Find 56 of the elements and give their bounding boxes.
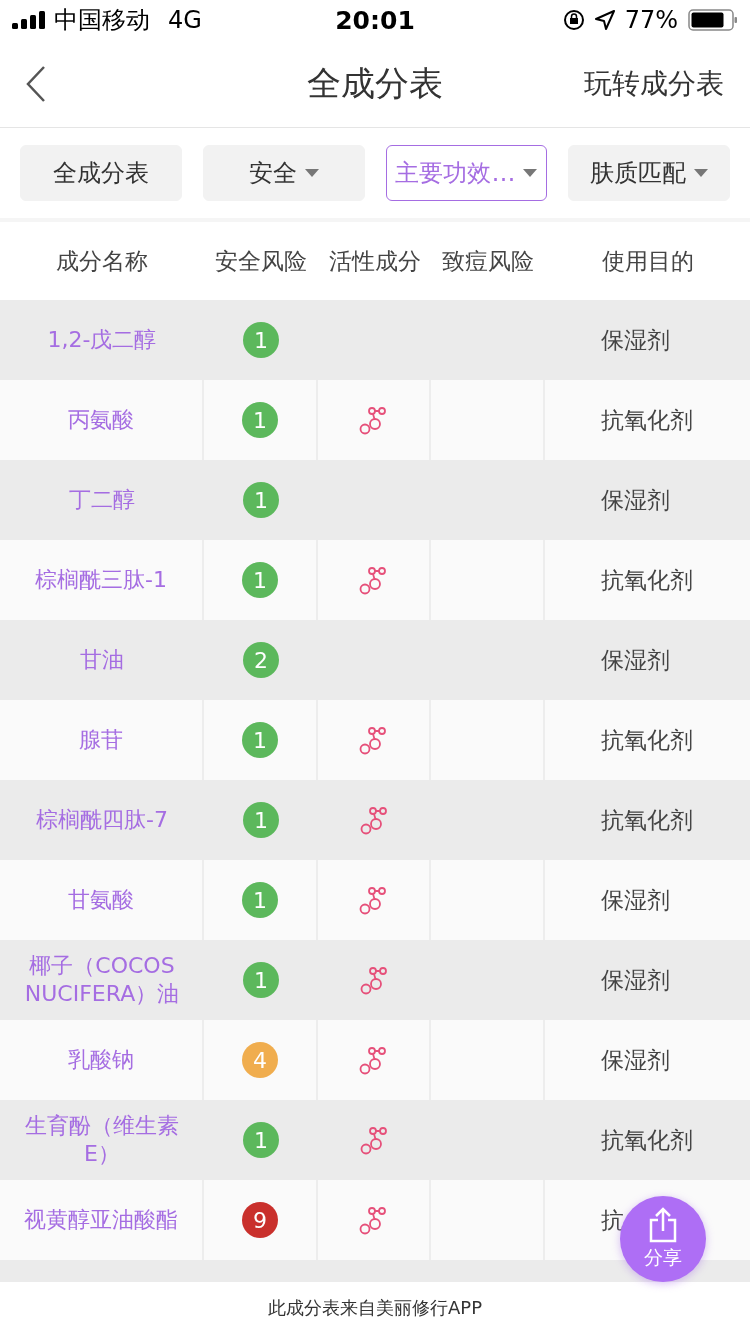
purpose-text: 保湿剂 [601,965,670,995]
column-header: 活性成分 [327,246,422,276]
ingredient-name[interactable]: 生育酚（维生素E） [0,1112,204,1168]
purpose-text: 保湿剂 [601,1045,670,1075]
battery-percent: 77% [624,6,678,34]
purpose-text: 抗氧化剂 [601,725,693,755]
battery-icon [688,9,738,31]
rotation-lock-icon [562,9,585,31]
ingredient-name[interactable]: 1,2-戊二醇 [33,326,171,354]
ingredient-name[interactable]: 丙氨酸 [54,406,148,434]
footer-text: 此成分表来自美丽修行APP [268,1296,482,1320]
column-header: 致痘风险 [441,246,535,276]
ingredient-name[interactable]: 腺苷 [65,726,137,754]
risk-badge: 1 [242,402,278,438]
filter-button[interactable]: 全成分表 [20,145,182,201]
column-header: 成分名称 [55,246,149,276]
column-header: 安全风险 [214,246,308,276]
guide-link[interactable]: 玩转成分表 [584,64,724,103]
ingredient-name[interactable]: 椰子（COCOS NUCIFERA）油 [0,952,204,1008]
risk-badge: 1 [243,482,279,518]
column-header: 使用目的 [600,246,695,276]
purpose-text: 保湿剂 [601,325,670,355]
ingredient-name[interactable]: 甘氨酸 [54,886,148,914]
ingredient-name[interactable]: 甘油 [66,646,138,674]
page-title: 全成分表 [307,61,443,105]
risk-badge: 1 [243,802,279,838]
ingredient-name[interactable]: 视黄醇亚油酸酯 [10,1206,192,1234]
ingredient-name[interactable]: 丁二醇 [55,486,149,514]
signal-icon [12,11,46,29]
purpose-text: 抗氧化剂 [601,805,693,835]
clock: 20:01 [335,5,415,35]
filter-button[interactable]: 安全 [202,145,365,201]
risk-badge: 9 [242,1202,278,1238]
risk-badge: 1 [243,1122,279,1158]
risk-badge: 1 [243,322,279,358]
location-icon [594,10,615,30]
risk-badge: 1 [242,882,278,918]
filter-button[interactable]: 主要功效… [385,145,548,201]
ingredient-name[interactable]: 棕榈酰三肽-1 [21,566,181,594]
share-icon [648,1207,678,1243]
purpose-text: 保湿剂 [601,645,670,675]
purpose-text: 抗氧化剂 [601,565,693,595]
ingredient-name[interactable]: 棕榈酰四肽-7 [22,806,182,834]
risk-badge: 4 [242,1042,278,1078]
network-type: 4G [168,6,202,34]
filter-button[interactable]: 肤质匹配 [568,145,730,201]
risk-badge: 1 [243,962,279,998]
purpose-text: 抗氧化剂 [601,405,693,435]
purpose-text: 保湿剂 [601,485,670,515]
purpose-text: 保湿剂 [601,885,670,915]
risk-badge: 1 [242,562,278,598]
risk-badge: 2 [243,642,279,678]
ingredient-name[interactable]: 乳酸钠 [54,1046,148,1074]
carrier-name: 中国移动 [54,5,150,36]
risk-badge: 1 [242,722,278,758]
purpose-text: 抗氧化剂 [601,1125,693,1155]
